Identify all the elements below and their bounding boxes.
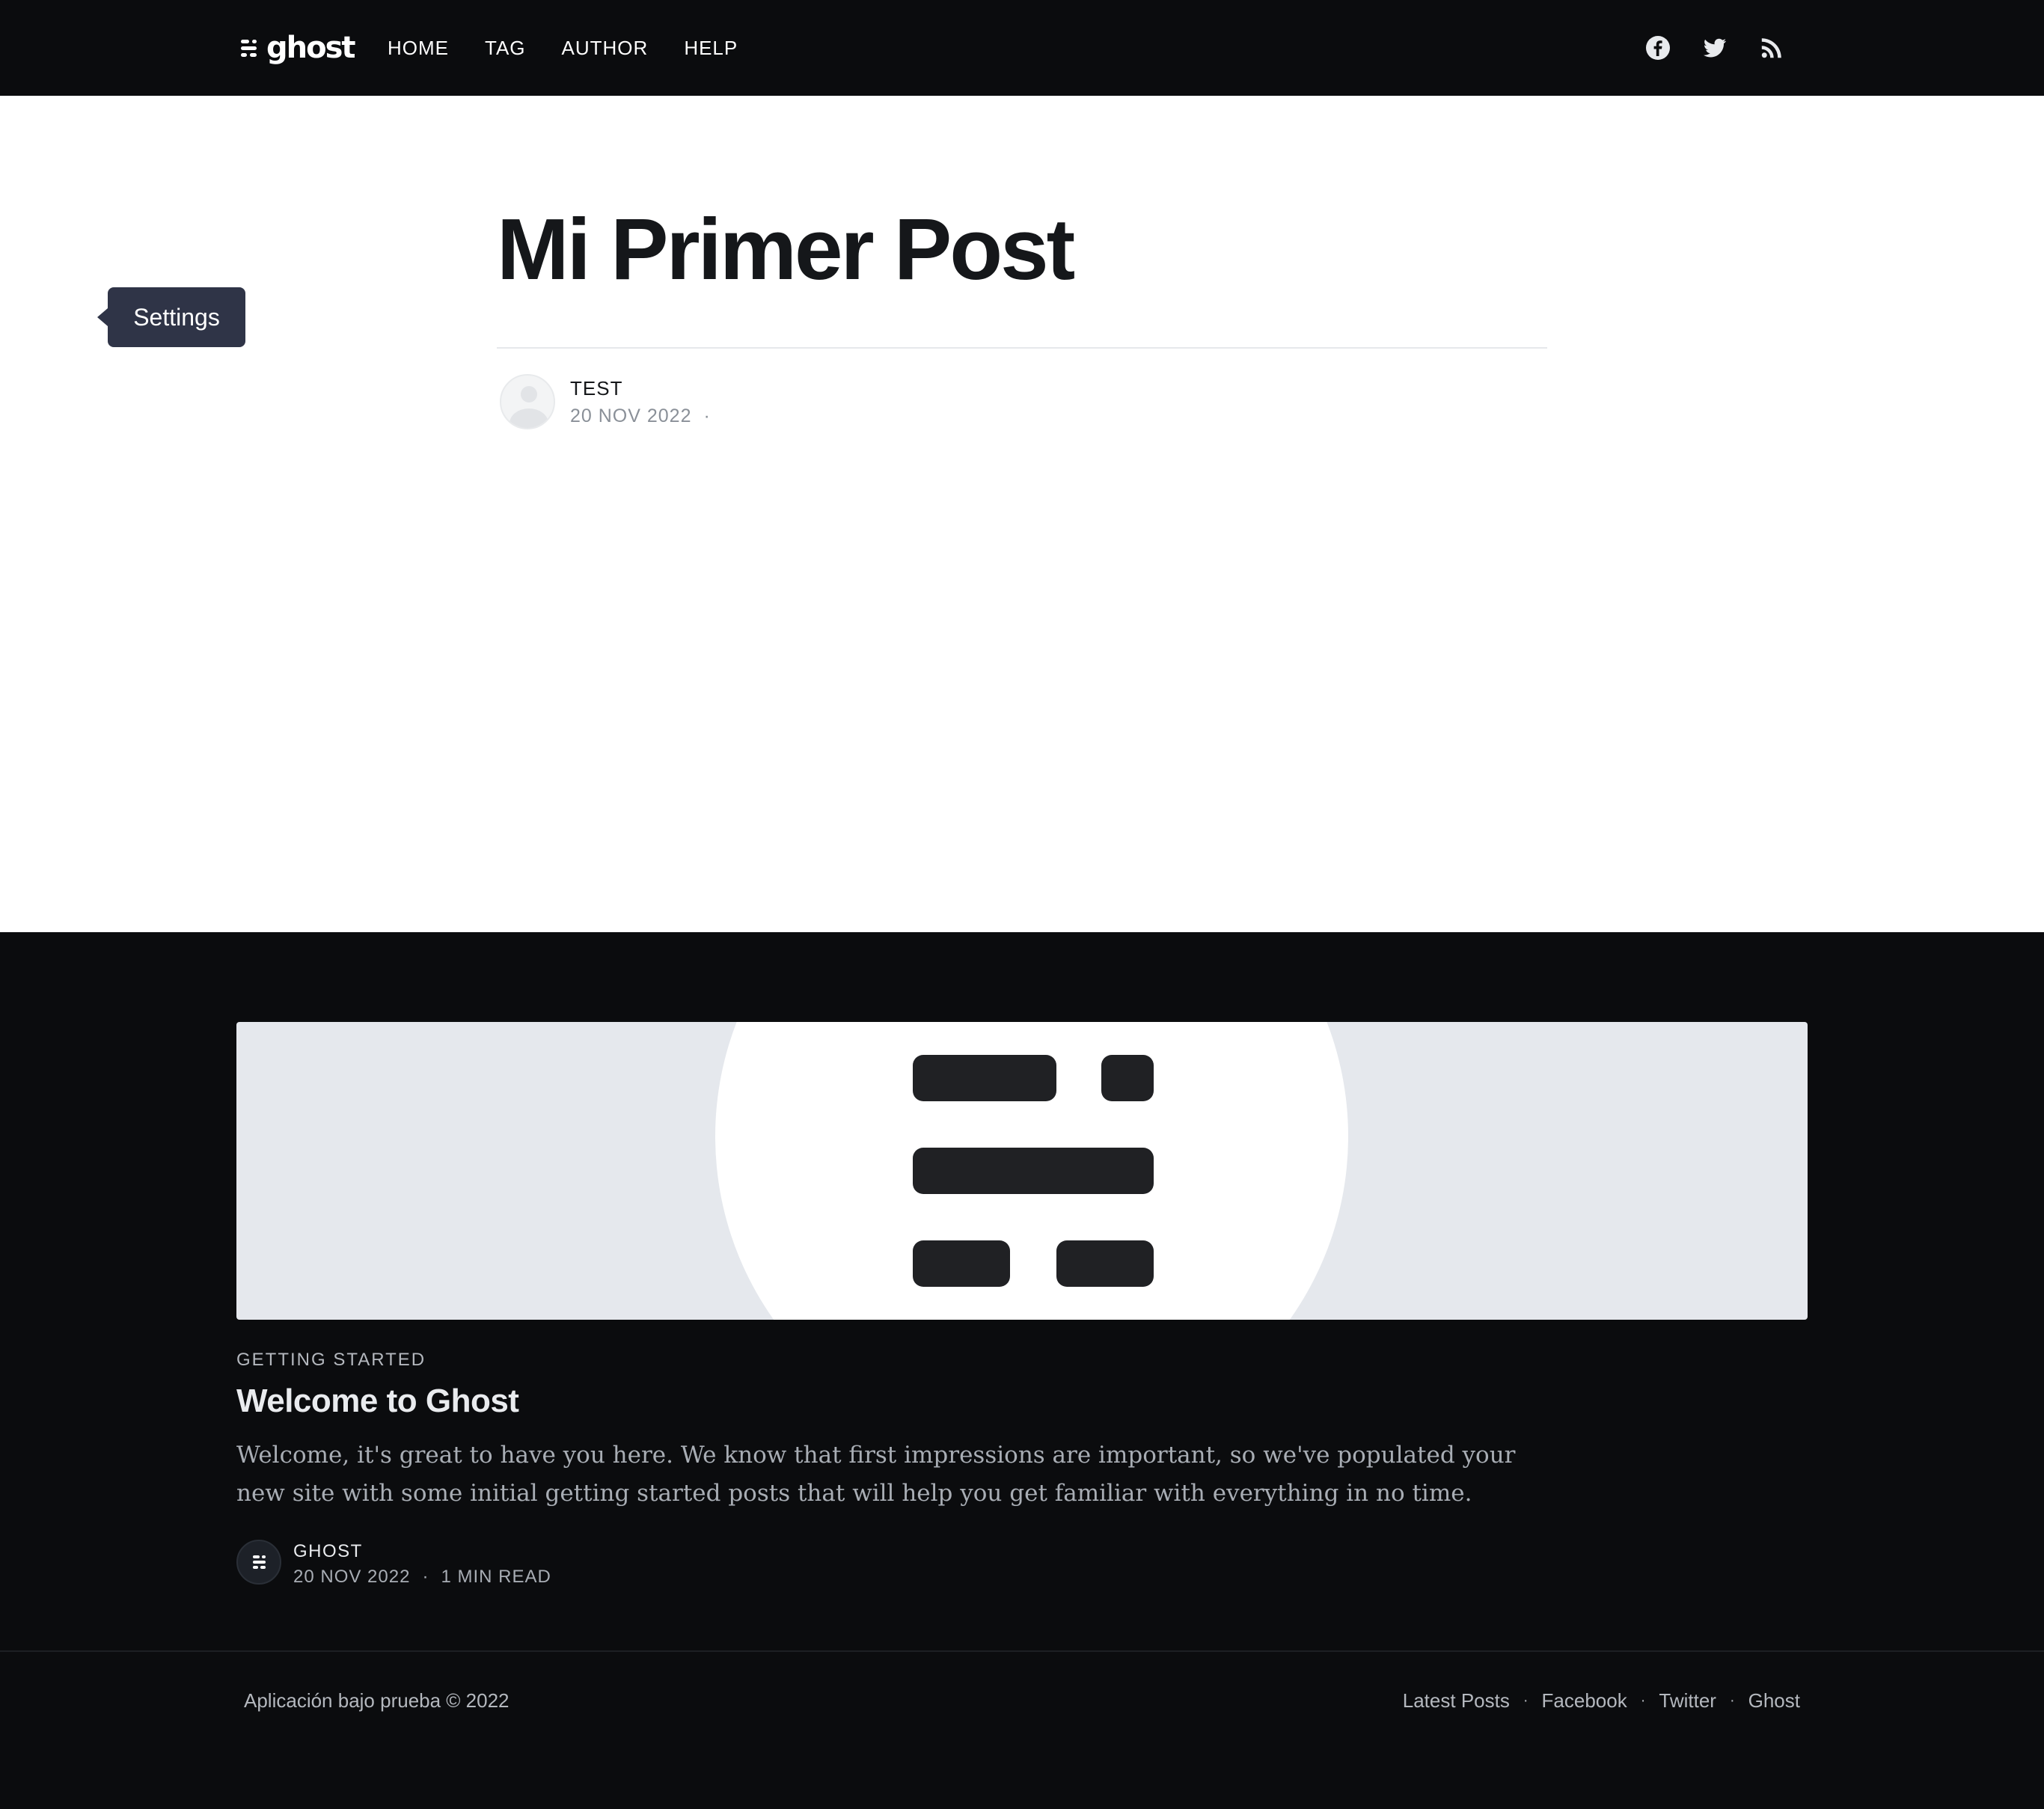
ghost-mark-block [913, 1148, 1154, 1194]
meta-separator: · [703, 405, 711, 426]
site-header: ghost HOME TAG AUTHOR HELP [0, 0, 2044, 96]
post-card-author[interactable]: GHOST [293, 1541, 363, 1562]
ghost-mark-block [1101, 1055, 1154, 1101]
post-date: 20 NOV 2022 [570, 405, 692, 426]
post-card-meta: 20 NOV 2022 · 1 MIN READ [293, 1567, 551, 1588]
footer-divider [0, 1650, 2044, 1652]
footer-link-twitter[interactable]: Twitter [1659, 1689, 1716, 1712]
title-divider [497, 347, 1547, 349]
author-avatar[interactable] [500, 374, 555, 429]
footer-links: Latest Posts · Facebook · Twitter · Ghos… [1403, 1689, 1800, 1712]
post-card-tag[interactable]: GETTING STARTED [236, 1350, 426, 1371]
post-card-title[interactable]: Welcome to Ghost [236, 1383, 519, 1420]
post-card-excerpt[interactable]: Welcome, it's great to have you here. We… [236, 1436, 1553, 1513]
user-avatar-icon [510, 386, 548, 428]
twitter-icon[interactable] [1701, 34, 1728, 61]
rss-icon[interactable] [1758, 34, 1785, 61]
nav-author[interactable]: AUTHOR [562, 33, 649, 63]
post-meta: 20 NOV 2022 · [570, 405, 711, 427]
ghost-logo[interactable]: ghost [241, 27, 356, 69]
post-card-date: 20 NOV 2022 [293, 1567, 411, 1587]
ghost-logo-text: ghost [266, 31, 356, 65]
ghost-mark-block [913, 1240, 1010, 1287]
nav-help[interactable]: HELP [684, 33, 738, 63]
meta-separator: · [422, 1567, 429, 1587]
ghost-author-avatar[interactable] [236, 1540, 281, 1585]
nav-home[interactable]: HOME [388, 33, 449, 63]
ghost-mark-block [1056, 1240, 1154, 1287]
footer-copyright: Aplicación bajo prueba © 2022 [244, 1689, 510, 1712]
nav-tag[interactable]: TAG [485, 33, 526, 63]
footer-link-ghost[interactable]: Ghost [1748, 1689, 1800, 1712]
post-author-name[interactable]: TEST [570, 377, 622, 400]
facebook-icon[interactable] [1644, 34, 1671, 61]
footer-separator: · [1523, 1692, 1529, 1709]
footer-separator: · [1729, 1692, 1735, 1709]
ghost-mark-block [913, 1055, 1056, 1101]
footer-link-latest-posts[interactable]: Latest Posts [1403, 1689, 1510, 1712]
footer-link-facebook[interactable]: Facebook [1542, 1689, 1627, 1712]
settings-tooltip: Settings [97, 287, 245, 347]
footer-separator: · [1640, 1692, 1646, 1709]
ghost-logo-icon [241, 38, 260, 58]
settings-tooltip-label: Settings [133, 303, 220, 331]
post-card-image[interactable] [236, 1022, 1808, 1320]
post-card-read-time: 1 MIN READ [441, 1567, 551, 1587]
social-links [1644, 34, 1785, 61]
main-nav: HOME TAG AUTHOR HELP [388, 33, 738, 63]
post-title: Mi Primer Post [497, 201, 1075, 298]
